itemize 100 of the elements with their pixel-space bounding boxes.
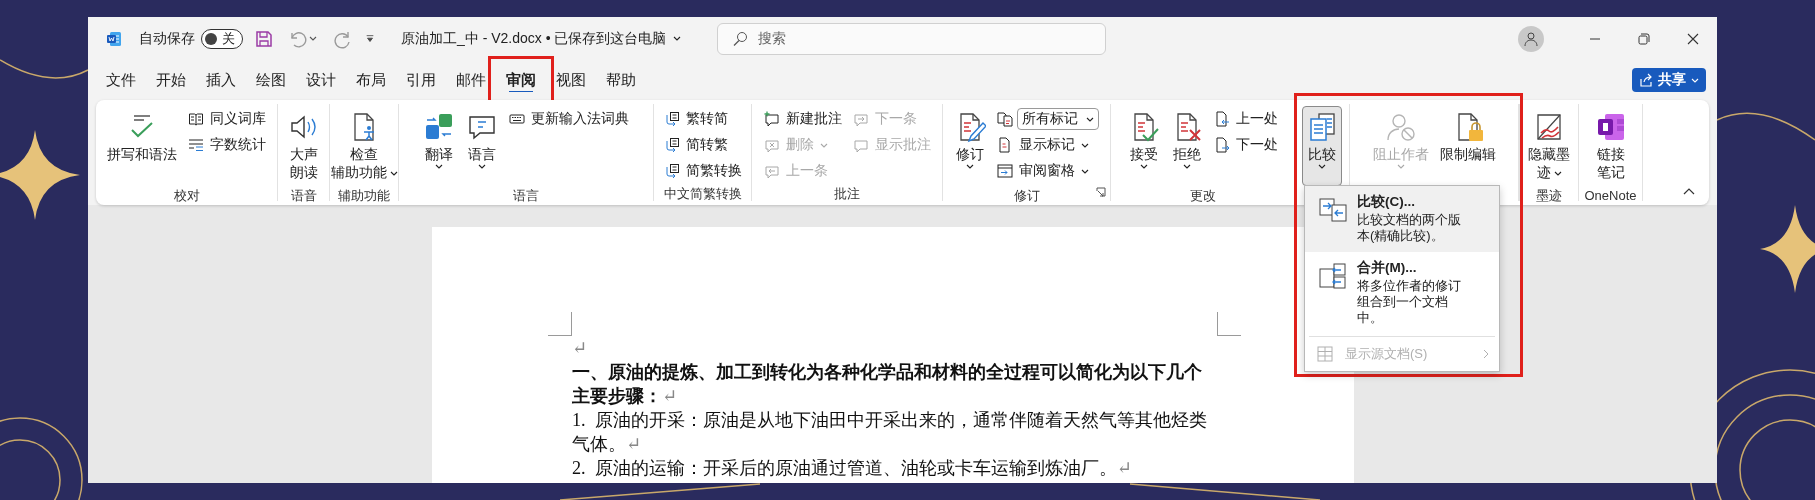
group-label: 语言 <box>513 188 539 203</box>
document-forward-arrow-icon <box>1213 137 1230 153</box>
group-label: 修订 <box>1013 188 1040 203</box>
ribbon-button[interactable]: 修订 <box>950 106 990 186</box>
caret-icon <box>478 164 486 169</box>
ribbon-button[interactable]: 更新输入法词典 <box>505 106 633 132</box>
autosave-label: 自动保存 <box>139 29 195 48</box>
caret-icon <box>1081 168 1089 174</box>
ribbon-button[interactable]: 繁转简 <box>659 106 746 132</box>
markup-dropdown[interactable]: 所有标记 <box>1017 108 1099 130</box>
book-icon <box>188 111 204 127</box>
ribbon-button[interactable]: 拒绝 <box>1166 106 1207 186</box>
word-logo-icon <box>106 30 122 47</box>
caret-icon <box>966 164 974 169</box>
caret-icon <box>1081 142 1089 148</box>
ribbon-button[interactable]: 接受 <box>1123 106 1164 186</box>
autosave-toggle[interactable]: 关 <box>201 28 243 49</box>
comment-icon <box>852 137 869 153</box>
customize-toolbar-icon <box>365 33 375 44</box>
new-comment-icon <box>763 111 780 127</box>
ribbon-button[interactable]: 大声 朗读 <box>283 106 324 186</box>
ribbon-button[interactable]: 简转繁 <box>659 132 746 158</box>
group-label: OneNote <box>1584 188 1637 203</box>
caret-icon <box>309 36 317 41</box>
reviewing-pane-icon <box>997 163 1013 179</box>
caret-icon <box>1553 170 1562 176</box>
delete-comment-icon <box>763 137 780 153</box>
grid-icon <box>1317 346 1333 362</box>
collapse-ribbon-icon[interactable] <box>1683 188 1695 195</box>
caret-icon <box>819 142 828 148</box>
ribbon-button[interactable]: 检查 辅助功能 <box>326 106 402 186</box>
group-label: 批注 <box>834 186 860 201</box>
paragraph-mark: ↵ <box>572 338 588 358</box>
caret-icon <box>1086 116 1094 122</box>
avatar-icon[interactable] <box>1518 25 1544 52</box>
caret-icon <box>1182 164 1191 169</box>
group-label: 语音 <box>290 188 317 203</box>
ribbon-button[interactable]: 字数统计 <box>184 132 270 158</box>
blocked-person-icon <box>1384 111 1417 143</box>
document-icon <box>997 137 1013 153</box>
menu-tab[interactable]: 插入 <box>197 65 245 95</box>
ribbon-button[interactable]: 同义词库 <box>184 106 270 132</box>
search-icon <box>731 30 748 47</box>
menu-tab[interactable]: 设计 <box>297 65 345 95</box>
keyboard-icon <box>509 111 525 127</box>
chevron-right-icon <box>1481 349 1491 359</box>
dialog-launcher-icon[interactable] <box>1096 187 1106 197</box>
ribbon-button[interactable]: 语言 <box>462 106 502 186</box>
caret-icon <box>672 36 681 41</box>
share-icon <box>1639 73 1653 87</box>
group-label: 更改 <box>1189 188 1216 203</box>
group-label: 校对 <box>173 188 200 203</box>
ribbon-button[interactable]: 显示标记 <box>993 132 1103 158</box>
ribbon-button[interactable]: 下一处 <box>1209 132 1282 158</box>
menu-tab[interactable]: 视图 <box>547 65 595 95</box>
menu-tab[interactable]: 文件 <box>97 65 145 95</box>
text-lines-icon <box>188 137 204 153</box>
restore-icon <box>1637 32 1650 45</box>
ribbon-button[interactable]: 翻译 <box>419 106 459 186</box>
menu-tab[interactable]: 帮助 <box>597 65 645 95</box>
margin-corner-mark <box>548 312 572 336</box>
document-back-arrow-icon <box>1213 111 1230 127</box>
ribbon-button[interactable]: 新建批注 <box>759 106 846 132</box>
documents-icon <box>997 111 1013 127</box>
menu-tab[interactable]: 开始 <box>147 65 195 95</box>
menu-tab[interactable]: 邮件 <box>447 65 495 95</box>
menu-tab[interactable]: 绘图 <box>247 65 295 95</box>
document-paragraph: 一、原油的提炼、加工到转化为各种化学品和材料的全过程可以简化为以下几个主要步骤：↵ <box>572 361 1203 408</box>
text-convert-icon <box>663 111 680 127</box>
merge-icon <box>1317 260 1349 292</box>
caret-icon <box>1396 164 1405 169</box>
document-title[interactable]: 原油加工_中 - V2.docx • 已保存到这台电脑 <box>401 29 667 48</box>
ribbon-button[interactable]: 链接 笔记 <box>1590 106 1631 186</box>
caret-icon <box>1139 164 1148 169</box>
menu-item[interactable]: 合并(M)... 将多位作者的修订组合到一个文档中。 <box>1305 252 1499 334</box>
ribbon-button[interactable]: 拼写和语法 <box>103 106 181 186</box>
caret-icon <box>389 170 398 176</box>
caret-icon <box>435 164 443 169</box>
caret-icon <box>1691 77 1699 83</box>
text-convert-icon <box>663 163 680 179</box>
menu-tab[interactable]: 布局 <box>347 65 395 95</box>
ribbon-button[interactable]: 审阅窗格 <box>993 158 1103 184</box>
document-paragraph: 2. 原油的运输：开采后的原油通过管道、油轮或卡车运输到炼油厂。↵ <box>572 457 1133 480</box>
margin-corner-mark <box>1217 312 1241 336</box>
save-icon <box>255 29 273 48</box>
ribbon-button[interactable]: 隐藏墨 迹 <box>1524 106 1574 186</box>
close-icon <box>1686 32 1699 45</box>
ribbon-button[interactable]: 简繁转换 <box>659 158 746 184</box>
next-comment-icon <box>852 111 869 127</box>
menu-tab[interactable]: 引用 <box>397 65 445 95</box>
menu-item[interactable]: 比较(C)... 比较文档的两个版本(精确比较)。 <box>1305 186 1499 252</box>
ribbon-button[interactable]: 比较 <box>1301 106 1342 186</box>
ribbon-button[interactable]: 限制编辑 <box>1435 106 1500 186</box>
share-button[interactable]: 共享 <box>1632 68 1706 92</box>
text-convert-icon <box>663 137 680 153</box>
group-label: 中文简繁转换 <box>663 186 742 201</box>
ribbon-button[interactable]: 上一处 <box>1209 106 1282 132</box>
document-paragraph: 1. 原油的开采：原油是从地下油田中开采出来的，通常伴随着天然气等其他烃类气体。↵ <box>572 409 1208 456</box>
search-field[interactable]: 搜索 <box>716 22 1106 55</box>
previous-comment-icon <box>763 163 780 179</box>
